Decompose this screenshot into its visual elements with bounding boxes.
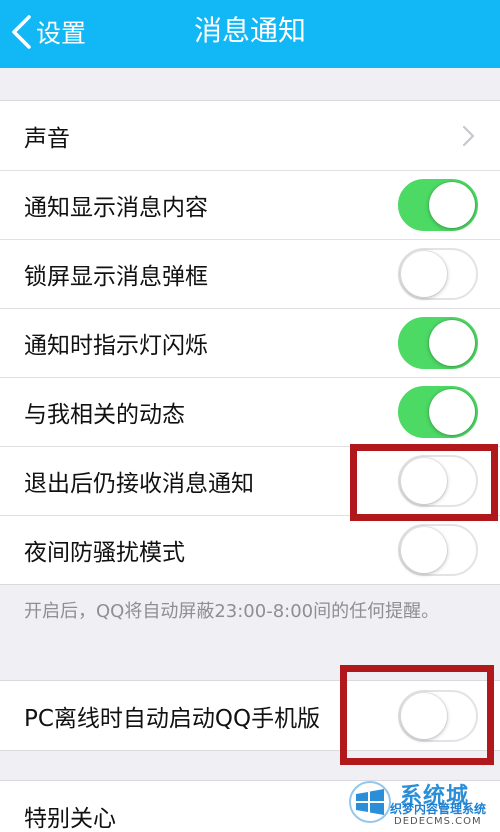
highlight-box (340, 665, 494, 765)
row-label: 通知显示消息内容 (24, 194, 208, 221)
row-night-mode: 夜间防骚扰模式 (0, 515, 500, 584)
row-label: 锁屏显示消息弹框 (24, 263, 208, 290)
highlight-box (350, 444, 498, 521)
night-mode-toggle[interactable] (398, 523, 478, 576)
row-indicator-light: 通知时指示灯闪烁 (0, 308, 500, 377)
toggle-knob (429, 181, 475, 228)
screen: 设置 消息通知 声音 通知显示消息内容 锁屏显示消息弹框 通知时指示灯闪烁 与我… (0, 0, 500, 832)
row-label: PC离线时自动启动QQ手机版 (24, 705, 321, 732)
watermark: 系统城 织梦内容管理系统 DEDECMS.COM (346, 774, 500, 832)
row-related-updates: 与我相关的动态 (0, 377, 500, 446)
row-label: 声音 (24, 125, 70, 152)
row-label: 特别关心 (24, 805, 116, 832)
row-sound[interactable]: 声音 (0, 101, 500, 170)
watermark-subtitle: 织梦内容管理系统 (390, 802, 487, 816)
related-updates-toggle[interactable] (398, 385, 478, 438)
chevron-right-icon (462, 125, 475, 146)
row-lockscreen-popup: 锁屏显示消息弹框 (0, 239, 500, 308)
page-title: 消息通知 (193, 14, 306, 47)
indicator-light-toggle[interactable] (398, 316, 478, 369)
row-label: 夜间防骚扰模式 (24, 539, 185, 566)
windows-logo-icon (349, 781, 391, 823)
row-show-message-content: 通知显示消息内容 (0, 170, 500, 239)
toggle-knob (429, 319, 475, 366)
toggle-knob (401, 526, 447, 573)
lockscreen-popup-toggle[interactable] (398, 247, 478, 300)
show-message-content-toggle[interactable] (398, 178, 478, 231)
watermark-domain: DEDECMS.COM (394, 816, 482, 827)
row-label: 退出后仍接收消息通知 (24, 470, 254, 497)
night-mode-note: 开启后，QQ将自动屏蔽23:00-8:00间的任何提醒。 (24, 601, 440, 622)
toggle-knob (429, 388, 475, 435)
row-label: 通知时指示灯闪烁 (24, 332, 208, 359)
row-label: 与我相关的动态 (24, 401, 185, 428)
navigation-bar: 设置 消息通知 (0, 0, 500, 68)
toggle-knob (401, 250, 447, 297)
